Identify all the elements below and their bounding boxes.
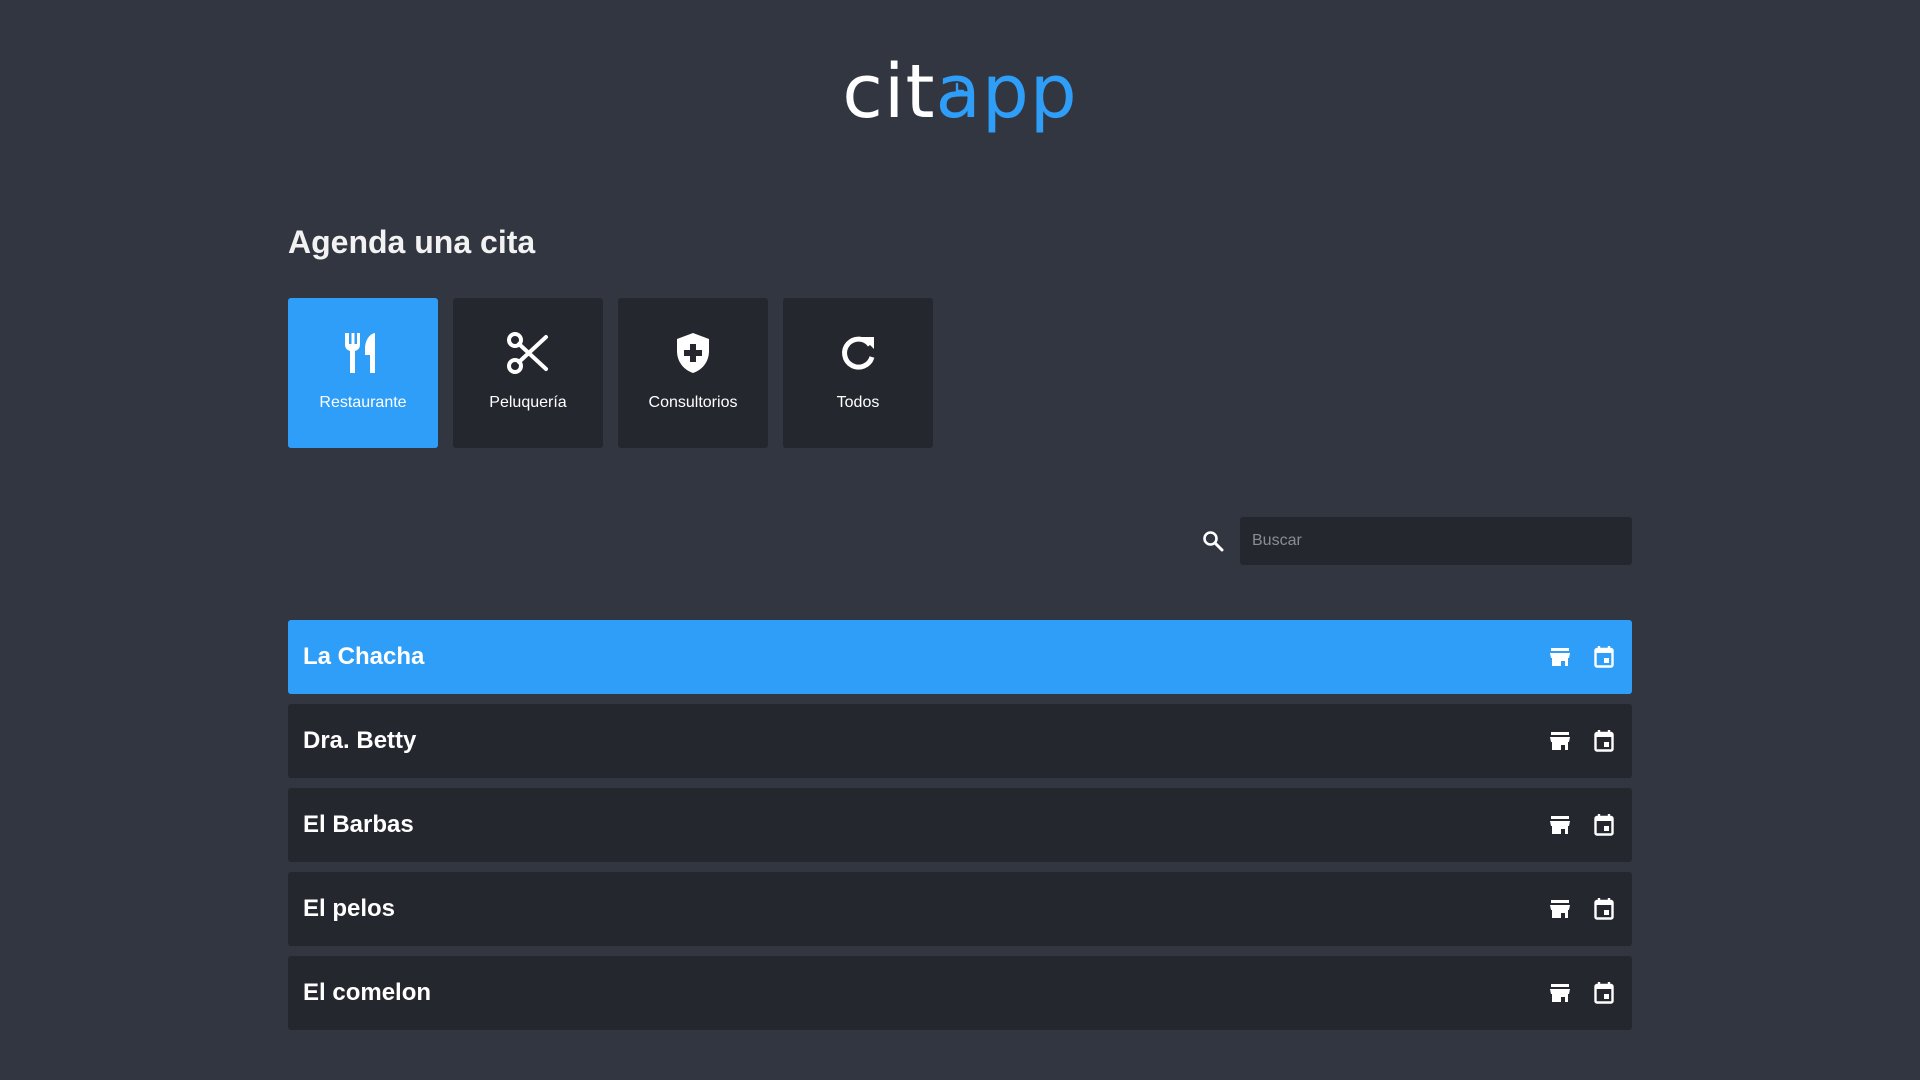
- category-peluqueria[interactable]: Peluquería: [453, 298, 603, 448]
- list-item[interactable]: El pelos: [288, 872, 1632, 946]
- category-label: Peluquería: [489, 394, 567, 411]
- logo-text-part2: app: [935, 49, 1077, 135]
- calendar-icon[interactable]: [1592, 897, 1616, 921]
- business-list: La Chacha Dra. Betty El Barbas El pelos: [288, 620, 1632, 1040]
- business-name: El Barbas: [303, 811, 414, 838]
- clock-icon: [956, 82, 965, 93]
- calendar-icon[interactable]: [1592, 645, 1616, 669]
- category-consultorios[interactable]: Consultorios: [618, 298, 768, 448]
- store-icon[interactable]: [1548, 645, 1572, 669]
- category-label: Restaurante: [319, 394, 407, 411]
- calendar-icon[interactable]: [1592, 729, 1616, 753]
- search-input[interactable]: [1240, 517, 1632, 565]
- page: citapp Agenda una cita Restaurante Peluq…: [0, 0, 1920, 1080]
- citapp-logo: citapp: [0, 52, 1920, 132]
- business-name: La Chacha: [303, 643, 425, 670]
- list-item[interactable]: La Chacha: [288, 620, 1632, 694]
- category-label: Todos: [836, 394, 880, 411]
- row-actions: [1548, 645, 1616, 669]
- row-actions: [1548, 813, 1616, 837]
- page-title: Agenda una cita: [288, 224, 536, 260]
- utensils-icon: [340, 330, 386, 376]
- calendar-icon[interactable]: [1592, 813, 1616, 837]
- business-name: Dra. Betty: [303, 727, 417, 754]
- row-actions: [1548, 897, 1616, 921]
- category-restaurante[interactable]: Restaurante: [288, 298, 438, 448]
- category-tiles: Restaurante Peluquería Consultorios Todo…: [288, 298, 933, 448]
- scissors-icon: [505, 330, 551, 376]
- category-todos[interactable]: Todos: [783, 298, 933, 448]
- search-icon: [1203, 531, 1224, 552]
- row-actions: [1548, 981, 1616, 1005]
- calendar-icon[interactable]: [1592, 981, 1616, 1005]
- store-icon[interactable]: [1548, 813, 1572, 837]
- logo-text-part1: cit: [842, 49, 936, 135]
- business-name: El comelon: [303, 979, 432, 1006]
- store-icon[interactable]: [1548, 981, 1572, 1005]
- medical-shield-icon: [670, 330, 716, 376]
- business-name: El pelos: [303, 895, 396, 922]
- row-actions: [1548, 729, 1616, 753]
- store-icon[interactable]: [1548, 897, 1572, 921]
- list-item[interactable]: El Barbas: [288, 788, 1632, 862]
- refresh-icon: [835, 330, 881, 376]
- list-item[interactable]: El comelon: [288, 956, 1632, 1030]
- store-icon[interactable]: [1548, 729, 1572, 753]
- category-label: Consultorios: [648, 394, 738, 411]
- list-item[interactable]: Dra. Betty: [288, 704, 1632, 778]
